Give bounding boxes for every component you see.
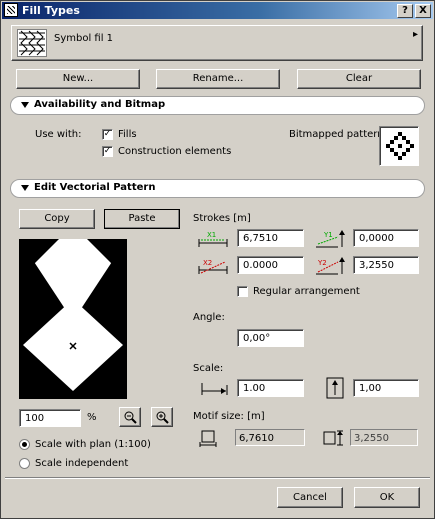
rename-button-label: Rename... — [192, 73, 244, 84]
bitmap-pattern-preview[interactable] — [379, 126, 419, 166]
cancel-button-label: Cancel — [293, 492, 327, 503]
new-button[interactable]: New... — [16, 69, 140, 89]
window-icon — [4, 3, 18, 17]
bitmapped-pattern-label: Bitmapped pattern: — [289, 129, 387, 140]
vectorial-title: Edit Vectorial Pattern — [34, 182, 156, 193]
motif-y-value: 3,2550 — [350, 429, 418, 446]
vectorial-header[interactable]: Edit Vectorial Pattern — [10, 179, 425, 198]
fills-label: Fills — [118, 129, 137, 140]
window-title: Fill Types — [22, 4, 80, 17]
scale-y-icon — [326, 377, 344, 399]
fills-checkbox[interactable]: ✓ — [102, 129, 113, 140]
fill-swatch-icon — [17, 29, 47, 57]
fill-types-dialog: Fill Types ? X Symbol fil 1 ▸ New... Ren… — [0, 0, 435, 519]
y2-stroke-icon: Y2 — [316, 257, 345, 275]
fill-selector[interactable]: Symbol fil 1 ▸ — [11, 25, 423, 61]
rename-button[interactable]: Rename... — [156, 69, 280, 89]
zoom-unit: % — [87, 412, 97, 423]
vector-pattern-preview[interactable] — [19, 239, 127, 399]
motif-y-icon — [323, 430, 343, 446]
clear-button-label: Clear — [345, 73, 373, 84]
title-bar[interactable]: Fill Types ? X — [2, 2, 433, 19]
y1-tag: Y1 — [323, 231, 333, 239]
availability-title: Availability and Bitmap — [34, 99, 166, 110]
regular-arrangement-checkbox[interactable] — [237, 286, 248, 297]
help-button[interactable]: ? — [397, 4, 413, 18]
y1-stroke-icon: Y1 — [316, 230, 345, 248]
pattern-canvas — [19, 239, 127, 391]
copy-button-label: Copy — [44, 213, 70, 224]
close-button[interactable]: X — [415, 4, 431, 18]
x1-tag: X1 — [207, 231, 216, 239]
cancel-button[interactable]: Cancel — [277, 487, 343, 508]
copy-button[interactable]: Copy — [19, 209, 95, 229]
angle-label: Angle: — [193, 312, 225, 323]
x1-input[interactable]: 6,7510 — [237, 229, 304, 247]
bottom-separator — [5, 477, 430, 479]
x2-tag: X2 — [203, 259, 212, 267]
clear-button[interactable]: Clear — [297, 69, 421, 89]
collapse-triangle-icon — [21, 102, 29, 108]
scale-independent-label: Scale independent — [35, 458, 129, 469]
zoom-input[interactable]: 100 — [19, 409, 81, 427]
availability-header[interactable]: Availability and Bitmap — [10, 96, 425, 115]
regular-arrangement-label: Regular arrangement — [253, 286, 360, 297]
ok-button[interactable]: OK — [354, 487, 420, 508]
motif-x-value: 6,7610 — [235, 429, 305, 446]
construction-label: Construction elements — [118, 146, 232, 157]
strokes-label: Strokes [m] — [193, 213, 251, 224]
scale-label: Scale: — [193, 363, 224, 374]
scale-x-input[interactable]: 1.00 — [237, 379, 304, 397]
construction-checkbox[interactable]: ✓ — [102, 146, 113, 157]
scale-with-plan-label: Scale with plan (1:100) — [35, 439, 151, 450]
bitmap-pattern-icon — [386, 132, 414, 160]
angle-input[interactable]: 0,00° — [237, 329, 304, 347]
chevron-right-icon: ▸ — [412, 29, 418, 40]
motif-x-icon — [199, 430, 217, 447]
scale-with-plan-radio[interactable] — [19, 439, 30, 450]
y1-input[interactable]: 0,0000 — [353, 229, 419, 247]
paste-button-label: Paste — [128, 213, 156, 224]
zoom-in-icon — [156, 411, 169, 424]
new-button-label: New... — [62, 73, 94, 84]
zoom-in-button[interactable] — [151, 407, 173, 427]
paste-button[interactable]: Paste — [104, 209, 180, 229]
motif-size-label: Motif size: [m] — [193, 411, 265, 422]
scale-x-icon — [201, 383, 228, 395]
zoom-out-button[interactable] — [119, 407, 141, 427]
x1-stroke-icon: X1 — [198, 231, 228, 247]
y2-tag: Y2 — [317, 259, 327, 267]
ok-button-label: OK — [379, 492, 395, 503]
y2-input[interactable]: 3,2550 — [353, 256, 419, 274]
scale-y-input[interactable]: 1,00 — [353, 379, 419, 397]
collapse-triangle-icon — [21, 185, 29, 191]
scale-independent-radio[interactable] — [19, 458, 30, 469]
fill-selector-name: Symbol fil 1 — [54, 33, 114, 44]
x2-stroke-icon: X2 — [198, 259, 228, 274]
use-with-label: Use with: — [35, 129, 82, 140]
zoom-out-icon — [124, 411, 137, 424]
x2-input[interactable]: 0.0000 — [237, 256, 304, 274]
